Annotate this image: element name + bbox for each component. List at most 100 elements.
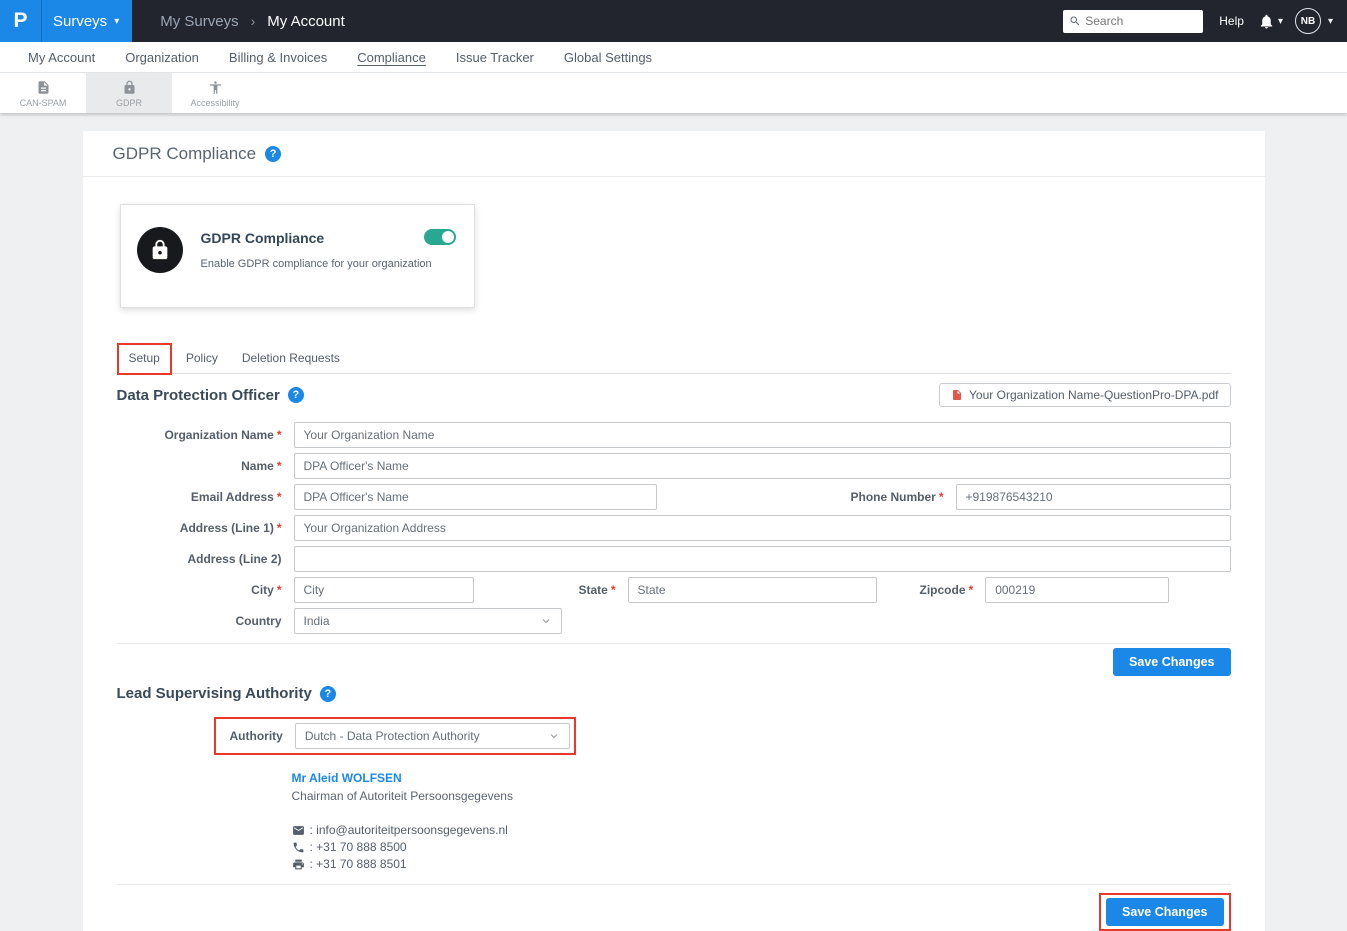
nav-item-organization[interactable]: Organization (110, 50, 214, 65)
email-address-label: Email Address* (117, 490, 282, 504)
required-marker: * (611, 583, 616, 597)
authority-label: Authority (230, 729, 283, 743)
subnav-item-accessibility[interactable]: Accessibility (172, 73, 258, 113)
breadcrumb: My Surveys › My Account (160, 13, 345, 30)
nav-item-billing-invoices[interactable]: Billing & Invoices (214, 50, 342, 65)
required-marker: * (277, 428, 282, 442)
bell-icon (1258, 13, 1275, 30)
dpa-pdf-button[interactable]: Your Organization Name-QuestionPro-DPA.p… (939, 383, 1230, 407)
address-line1-label: Address (Line 1)* (117, 521, 282, 535)
required-marker: * (277, 459, 282, 473)
contact-fax-line: +31 70 888 8501 (292, 857, 1231, 871)
country-select[interactable]: India (294, 608, 562, 634)
city-input[interactable] (294, 577, 474, 603)
tab-policy[interactable]: Policy (176, 345, 228, 373)
country-label: Country (117, 614, 282, 628)
authority-select[interactable]: Dutch - Data Protection Authority (295, 723, 570, 749)
user-menu[interactable]: NB ▾ (1295, 8, 1333, 34)
address-line2-label: Address (Line 2) (117, 552, 282, 566)
required-marker: * (277, 583, 282, 597)
lsa-section-header: Lead Supervising Authority ? (117, 685, 1231, 702)
phone-icon (292, 841, 305, 854)
nav-item-compliance[interactable]: Compliance (342, 50, 441, 65)
toggle-card-title: GDPR Compliance (201, 230, 432, 246)
authority-contact-role: Chairman of Autoriteit Persoonsgegevens (292, 789, 1231, 803)
required-marker: * (277, 521, 282, 535)
required-marker: * (277, 490, 282, 504)
product-name: Surveys (53, 13, 107, 30)
contact-phone-line: +31 70 888 8500 (292, 840, 1231, 854)
lsa-save-button[interactable]: Save Changes (1106, 898, 1223, 926)
setup-tabs: Setup Policy Deletion Requests (117, 343, 1231, 374)
authority-contact-lines: info@autoriteitpersoonsgegevens.nl +31 7… (292, 823, 1231, 871)
avatar[interactable]: NB (1295, 8, 1321, 34)
chevron-down-icon: ▾ (1278, 16, 1283, 27)
nav-item-global-settings[interactable]: Global Settings (549, 50, 667, 65)
email-address-input[interactable] (294, 484, 657, 510)
nav-item-my-account[interactable]: My Account (13, 50, 110, 65)
zipcode-input[interactable] (985, 577, 1169, 603)
notifications-menu[interactable]: ▾ (1258, 13, 1283, 30)
toggle-card-text: GDPR Compliance Enable GDPR compliance f… (201, 223, 432, 307)
help-icon[interactable]: ? (320, 686, 336, 702)
search-input[interactable] (1085, 14, 1195, 28)
tab-deletion-requests[interactable]: Deletion Requests (232, 345, 350, 373)
search-box[interactable] (1063, 10, 1203, 33)
name-input[interactable] (294, 453, 1231, 479)
country-select-value: India (304, 614, 540, 628)
dpo-section-header: Data Protection Officer ? Your Organizat… (117, 383, 1231, 407)
gdpr-toggle-card: GDPR Compliance Enable GDPR compliance f… (120, 204, 475, 308)
breadcrumb-my-account: My Account (267, 13, 345, 30)
city-label: City* (117, 583, 282, 597)
lsa-save-row: Save Changes (117, 891, 1231, 931)
account-nav: My Account Organization Billing & Invoic… (0, 42, 1347, 73)
subnav-item-can-spam[interactable]: CAN-SPAM (0, 73, 86, 113)
chevron-down-icon (540, 615, 552, 627)
subnav-item-gdpr[interactable]: GDPR (86, 73, 172, 113)
help-icon[interactable]: ? (288, 387, 304, 403)
content-area: GDPR Compliance ? GDPR Compliance Enable… (0, 113, 1347, 931)
nav-item-issue-tracker[interactable]: Issue Tracker (441, 50, 549, 65)
state-input[interactable] (628, 577, 877, 603)
dpo-save-button[interactable]: Save Changes (1113, 648, 1230, 676)
toggle-knob (442, 231, 454, 243)
address-line2-input[interactable] (294, 546, 1231, 572)
dpo-form: Organization Name* Name* Email Address* … (117, 422, 1231, 634)
form-row: Email Address* Phone Number* (117, 484, 1231, 510)
contact-phone: +31 70 888 8500 (310, 840, 407, 854)
annotation-authority-select: Authority Dutch - Data Protection Author… (214, 717, 576, 755)
authority-select-value: Dutch - Data Protection Authority (305, 729, 548, 743)
chevron-down-icon: ▾ (1328, 16, 1333, 27)
questionpro-logo[interactable]: P (0, 0, 42, 42)
contact-email-line: info@autoriteitpersoonsgegevens.nl (292, 823, 1231, 837)
help-link[interactable]: Help (1219, 14, 1244, 28)
form-row: City* State* Zipcode* (117, 577, 1231, 603)
document-icon (36, 80, 51, 95)
page-title: GDPR Compliance (113, 144, 257, 164)
gdpr-enable-toggle[interactable] (424, 229, 456, 245)
authority-contact-card: Mr Aleid WOLFSEN Chairman of Autoriteit … (292, 771, 1231, 871)
form-row: Address (Line 2) (117, 546, 1231, 572)
breadcrumb-my-surveys[interactable]: My Surveys (160, 13, 238, 30)
phone-number-label: Phone Number* (850, 490, 943, 504)
help-icon[interactable]: ? (265, 146, 281, 162)
phone-number-input[interactable] (956, 484, 1231, 510)
chevron-down-icon: ▾ (114, 16, 119, 27)
topbar-right: Help ▾ NB ▾ (1063, 8, 1347, 34)
tab-setup[interactable]: Setup (119, 345, 170, 373)
gdpr-compliance-panel: GDPR Compliance ? GDPR Compliance Enable… (83, 131, 1265, 931)
annotation-save-button: Save Changes (1099, 893, 1230, 931)
name-label: Name* (117, 459, 282, 473)
authority-contact-name[interactable]: Mr Aleid WOLFSEN (292, 771, 1231, 785)
toggle-card-subtitle: Enable GDPR compliance for your organiza… (201, 258, 432, 270)
dpo-section-title: Data Protection Officer (117, 387, 280, 404)
annotation-setup-tab: Setup (117, 343, 172, 375)
subnav-label: CAN-SPAM (20, 98, 67, 108)
required-marker: * (939, 490, 944, 504)
lsa-section-title: Lead Supervising Authority (117, 685, 312, 702)
lock-icon (137, 227, 183, 273)
organization-name-input[interactable] (294, 422, 1231, 448)
address-line1-input[interactable] (294, 515, 1231, 541)
breadcrumb-separator: › (251, 13, 256, 29)
app-switcher[interactable]: P Surveys ▾ (0, 0, 132, 42)
